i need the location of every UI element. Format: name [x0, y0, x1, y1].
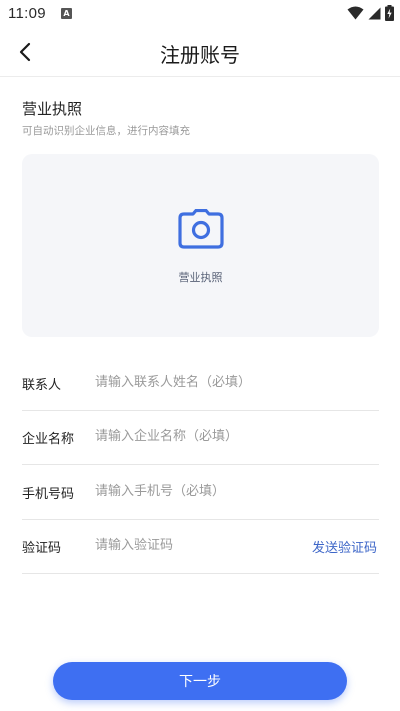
company-input[interactable]: [95, 424, 295, 448]
register-screen: 11:09 A 注册账号 营业执照 可自动识别企业信息，进行内容填充 营业执照 …: [0, 0, 400, 711]
contact-input[interactable]: [95, 370, 295, 394]
code-input[interactable]: [95, 533, 295, 557]
company-row: 企业名称: [22, 410, 379, 465]
license-upload-area[interactable]: 营业执照: [22, 154, 379, 337]
signal-icon: [368, 7, 381, 20]
send-code-button[interactable]: 发送验证码: [312, 537, 377, 556]
battery-charging-icon: [385, 5, 394, 21]
wifi-icon: [347, 6, 364, 20]
phone-row: 手机号码: [22, 465, 379, 520]
status-icons: [347, 5, 394, 21]
nav-bar: 注册账号: [0, 28, 400, 77]
license-section-title: 营业执照: [22, 100, 83, 118]
phone-input[interactable]: [95, 479, 295, 503]
code-row: 验证码 发送验证码: [22, 519, 379, 574]
contact-row: 联系人: [22, 356, 379, 411]
next-step-button[interactable]: 下一步: [53, 662, 347, 700]
code-label: 验证码: [22, 541, 62, 556]
a-notification-icon: A: [61, 8, 72, 19]
phone-label: 手机号码: [22, 487, 75, 502]
company-label: 企业名称: [22, 432, 75, 447]
camera-icon: [178, 209, 224, 249]
page-title: 注册账号: [160, 43, 240, 67]
status-bar: 11:09 A: [0, 0, 400, 28]
upload-label: 营业执照: [178, 271, 223, 284]
contact-label: 联系人: [22, 378, 62, 393]
license-section-subtitle: 可自动识别企业信息，进行内容填充: [22, 125, 190, 137]
status-time: 11:09: [8, 5, 46, 22]
